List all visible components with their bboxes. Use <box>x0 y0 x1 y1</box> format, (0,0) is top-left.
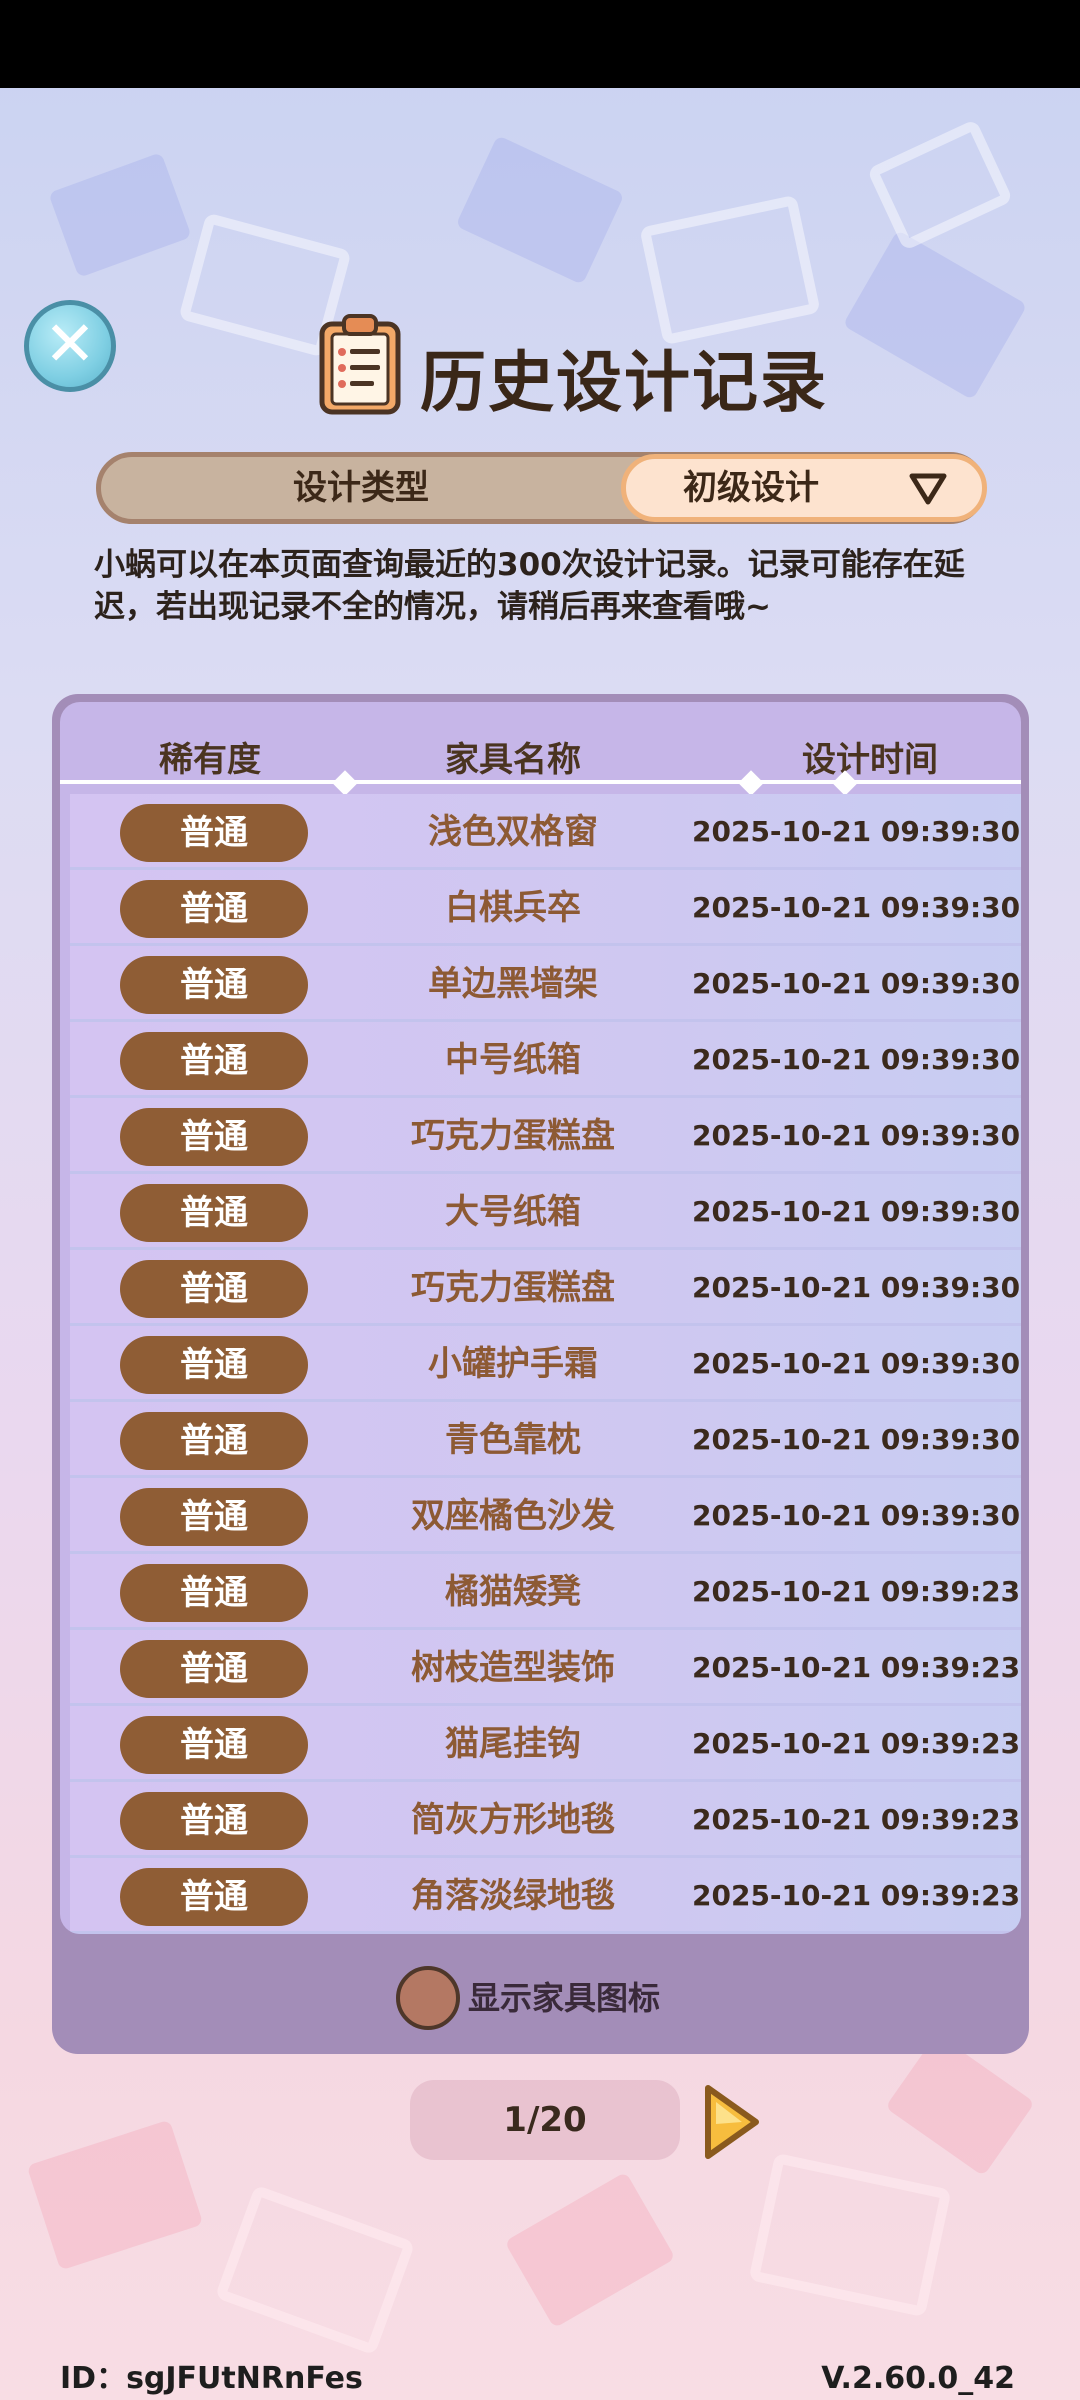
design-time: 2025-10-21 09:39:23 <box>692 1651 1021 1684</box>
design-time: 2025-10-21 09:39:23 <box>692 1575 1021 1608</box>
furniture-name: 巧克力蛋糕盘 <box>411 1116 615 1156</box>
table-row: 普通 双座橘色沙发 2025-10-21 09:39:30 <box>70 1478 1021 1554</box>
furniture-name: 小罐护手霜 <box>428 1344 598 1384</box>
rarity-badge: 普通 <box>120 1336 308 1394</box>
table-row: 普通 小罐护手霜 2025-10-21 09:39:30 <box>70 1326 1021 1402</box>
rarity-badge: 普通 <box>120 1412 308 1470</box>
furniture-name: 大号纸箱 <box>445 1192 581 1232</box>
background-shape <box>504 2171 676 2329</box>
table-row: 普通 树枝造型装饰 2025-10-21 09:39:23 <box>70 1630 1021 1706</box>
toggle-circle[interactable] <box>396 1966 460 2030</box>
user-id: ID：sgJFUtNRnFes <box>60 2361 363 2396</box>
table-row: 普通 橘猫矮凳 2025-10-21 09:39:23 <box>70 1554 1021 1630</box>
design-time: 2025-10-21 09:39:23 <box>692 1803 1021 1836</box>
design-time: 2025-10-21 09:39:30 <box>692 891 1021 924</box>
design-type-dropdown[interactable]: 初级设计 <box>621 454 987 522</box>
furniture-name: 简灰方形地毯 <box>411 1800 615 1840</box>
rarity-badge: 普通 <box>120 804 308 862</box>
close-button[interactable]: ✕ <box>24 300 116 392</box>
table-body: 普通 浅色双格窗 2025-10-21 09:39:30 普通 白棋兵卒 202… <box>70 794 1021 1934</box>
background-shape <box>48 152 192 278</box>
clipboard-icon <box>319 314 401 415</box>
page-indicator: 1/20 <box>410 2080 680 2160</box>
table-row: 普通 猫尾挂钩 2025-10-21 09:39:23 <box>70 1706 1021 1782</box>
header-name: 家具名称 <box>445 740 581 780</box>
design-type-filter: 设计类型 初级设计 <box>96 452 987 524</box>
furniture-name: 双座橘色沙发 <box>411 1496 615 1536</box>
background-shape <box>639 194 821 346</box>
table-row: 普通 大号纸箱 2025-10-21 09:39:30 <box>70 1174 1021 1250</box>
app-version: V.2.60.0_42 <box>821 2361 1015 2396</box>
rarity-badge: 普通 <box>120 1564 308 1622</box>
background-shape <box>866 118 1014 252</box>
page-title: 历史设计记录 <box>420 344 828 421</box>
table-row: 普通 白棋兵卒 2025-10-21 09:39:30 <box>70 870 1021 946</box>
furniture-name: 中号纸箱 <box>445 1040 581 1080</box>
rarity-badge: 普通 <box>120 1792 308 1850</box>
furniture-name: 角落淡绿地毯 <box>411 1876 615 1916</box>
furniture-name: 浅色双格窗 <box>428 812 598 852</box>
background-shape <box>455 135 625 285</box>
status-bar <box>0 0 1080 88</box>
header-rarity: 稀有度 <box>159 740 261 780</box>
rarity-badge: 普通 <box>120 1184 308 1242</box>
design-time: 2025-10-21 09:39:30 <box>692 967 1021 1000</box>
design-time: 2025-10-21 09:39:30 <box>692 1195 1021 1228</box>
background-shape <box>214 2184 416 2356</box>
table-row: 普通 中号纸箱 2025-10-21 09:39:30 <box>70 1022 1021 1098</box>
design-time: 2025-10-21 09:39:30 <box>692 1271 1021 1304</box>
rarity-badge: 普通 <box>120 956 308 1014</box>
furniture-name: 青色靠枕 <box>445 1420 581 1460</box>
rarity-badge: 普通 <box>120 1868 308 1926</box>
history-panel: 稀有度 家具名称 设计时间 普通 浅色双格窗 2025-10-21 09:39:… <box>52 694 1029 2054</box>
furniture-name: 巧克力蛋糕盘 <box>411 1268 615 1308</box>
design-time: 2025-10-21 09:39:30 <box>692 1043 1021 1076</box>
triangle-down-icon <box>909 473 947 505</box>
furniture-name: 树枝造型装饰 <box>411 1648 615 1688</box>
design-time: 2025-10-21 09:39:30 <box>692 1119 1021 1152</box>
furniture-name: 橘猫矮凳 <box>445 1572 581 1612</box>
design-time: 2025-10-21 09:39:30 <box>692 1347 1021 1380</box>
show-furniture-icons-label: 显示家具图标 <box>468 1979 661 2017</box>
table-row: 普通 简灰方形地毯 2025-10-21 09:39:23 <box>70 1782 1021 1858</box>
design-type-selected: 初级设计 <box>683 468 819 508</box>
close-icon: ✕ <box>44 307 96 380</box>
background-shape <box>748 2152 952 2318</box>
rarity-badge: 普通 <box>120 880 308 938</box>
table-row: 普通 浅色双格窗 2025-10-21 09:39:30 <box>70 794 1021 870</box>
furniture-name: 猫尾挂钩 <box>445 1724 581 1764</box>
table-row: 普通 青色靠枕 2025-10-21 09:39:30 <box>70 1402 1021 1478</box>
table-row: 普通 巧克力蛋糕盘 2025-10-21 09:39:30 <box>70 1098 1021 1174</box>
design-time: 2025-10-21 09:39:30 <box>692 1499 1021 1532</box>
design-type-label: 设计类型 <box>293 468 429 508</box>
design-time: 2025-10-21 09:39:23 <box>692 1727 1021 1760</box>
design-time: 2025-10-21 09:39:23 <box>692 1879 1021 1912</box>
table-row: 普通 角落淡绿地毯 2025-10-21 09:39:23 <box>70 1858 1021 1934</box>
design-time: 2025-10-21 09:39:30 <box>692 1423 1021 1456</box>
info-text: 小蜗可以在本页面查询最近的300次设计记录。记录可能存在延迟，若出现记录不全的情… <box>94 547 965 625</box>
history-table: 稀有度 家具名称 设计时间 普通 浅色双格窗 2025-10-21 09:39:… <box>60 702 1021 1934</box>
furniture-name: 单边黑墙架 <box>428 964 598 1004</box>
rarity-badge: 普通 <box>120 1108 308 1166</box>
header-divider <box>60 780 1021 784</box>
background-shape <box>26 2119 204 2271</box>
table-row: 普通 单边黑墙架 2025-10-21 09:39:30 <box>70 946 1021 1022</box>
rarity-badge: 普通 <box>120 1716 308 1774</box>
table-row: 普通 巧克力蛋糕盘 2025-10-21 09:39:30 <box>70 1250 1021 1326</box>
rarity-badge: 普通 <box>120 1640 308 1698</box>
furniture-name: 白棋兵卒 <box>445 888 581 928</box>
rarity-badge: 普通 <box>120 1032 308 1090</box>
rarity-badge: 普通 <box>120 1488 308 1546</box>
rarity-badge: 普通 <box>120 1260 308 1318</box>
background-shape <box>885 2033 1035 2177</box>
next-arrow-icon[interactable] <box>700 2082 762 2162</box>
header-time: 设计时间 <box>802 740 938 780</box>
design-time: 2025-10-21 09:39:30 <box>692 815 1021 848</box>
background-shape <box>842 229 1028 401</box>
